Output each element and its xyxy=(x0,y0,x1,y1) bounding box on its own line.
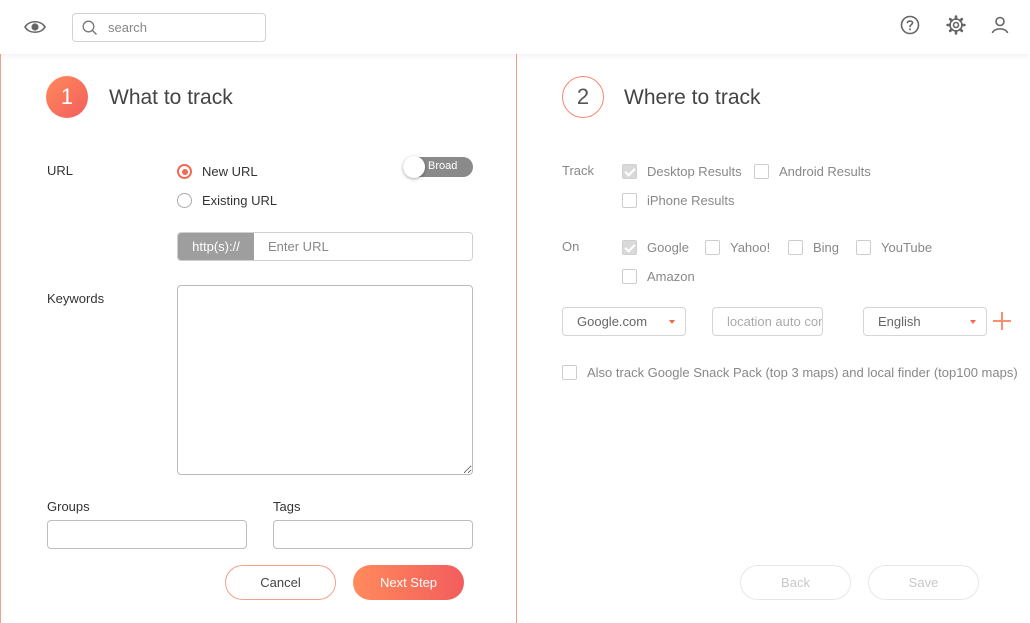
radio-new-url-label: New URL xyxy=(202,164,258,179)
back-button[interactable]: Back xyxy=(740,565,851,600)
checkbox-iphone-results[interactable]: iPhone Results xyxy=(622,193,734,208)
checkbox-amazon[interactable]: Amazon xyxy=(622,269,695,284)
search-box[interactable] xyxy=(72,13,266,42)
location-placeholder: location auto com xyxy=(727,314,823,329)
radio-existing-url-label: Existing URL xyxy=(202,193,278,208)
checkbox-label: Also track Google Snack Pack (top 3 maps… xyxy=(587,365,1018,380)
tags-input[interactable] xyxy=(273,520,473,549)
checkbox-android-results[interactable]: Android Results xyxy=(754,164,871,179)
broad-toggle[interactable]: Broad xyxy=(403,156,473,178)
checkbox-box[interactable] xyxy=(856,240,871,255)
checkbox-label: Yahoo! xyxy=(730,240,771,255)
radio-existing-url[interactable]: Existing URL xyxy=(177,193,277,208)
checkbox-label: Bing xyxy=(813,240,840,255)
checkbox-desktop-results[interactable]: Desktop Results xyxy=(622,164,742,179)
chevron-down-icon xyxy=(970,320,976,324)
checkbox-box[interactable] xyxy=(788,240,803,255)
toggle-knob xyxy=(403,156,425,178)
cancel-button[interactable]: Cancel xyxy=(225,565,336,600)
save-button[interactable]: Save xyxy=(868,565,979,600)
checkbox-snack-pack[interactable]: Also track Google Snack Pack (top 3 maps… xyxy=(562,365,1018,380)
checkbox-label: Google xyxy=(647,240,689,255)
groups-label: Groups xyxy=(47,499,90,514)
eye-icon[interactable] xyxy=(24,17,46,37)
track-label: Track xyxy=(562,163,595,178)
plus-icon[interactable] xyxy=(992,311,1012,331)
gear-icon[interactable] xyxy=(945,14,967,36)
radio-dot[interactable] xyxy=(177,193,192,208)
checkbox-label: Android Results xyxy=(779,164,871,179)
radio-new-url[interactable]: New URL xyxy=(177,164,258,179)
step2-badge: 2 xyxy=(562,76,604,118)
step1-panel: 1 What to track URL New URL Existing URL… xyxy=(0,54,517,623)
chevron-down-icon xyxy=(669,320,675,324)
search-input[interactable] xyxy=(108,20,248,35)
checkbox-box[interactable] xyxy=(754,164,769,179)
step2-title: Where to track xyxy=(624,86,761,109)
groups-input[interactable] xyxy=(47,520,247,549)
select-value: English xyxy=(878,314,921,329)
checkbox-google[interactable]: Google xyxy=(622,240,689,255)
checkbox-box[interactable] xyxy=(622,164,637,179)
step1-title: What to track xyxy=(109,86,233,109)
checkbox-box[interactable] xyxy=(622,240,637,255)
url-protocol-prefix[interactable]: http(s):// xyxy=(178,233,254,260)
checkbox-yahoo[interactable]: Yahoo! xyxy=(705,240,770,255)
checkbox-label: Amazon xyxy=(647,269,695,284)
url-input-group: http(s):// xyxy=(177,232,473,261)
toggle-label: Broad xyxy=(428,160,458,172)
tags-label: Tags xyxy=(273,499,301,514)
select-value: Google.com xyxy=(577,314,648,329)
checkbox-box[interactable] xyxy=(562,365,577,380)
step1-badge: 1 xyxy=(46,76,88,118)
checkbox-box[interactable] xyxy=(705,240,720,255)
top-bar xyxy=(0,0,1030,54)
checkbox-label: Desktop Results xyxy=(647,164,742,179)
checkbox-youtube[interactable]: YouTube xyxy=(856,240,932,255)
keywords-label: Keywords xyxy=(47,291,105,306)
url-input[interactable] xyxy=(254,233,472,260)
language-select[interactable]: English xyxy=(863,307,987,336)
url-label: URL xyxy=(47,163,74,178)
user-icon[interactable] xyxy=(989,14,1011,36)
search-icon xyxy=(82,20,97,35)
checkbox-box[interactable] xyxy=(622,193,637,208)
checkbox-label: iPhone Results xyxy=(647,193,735,208)
radio-dot[interactable] xyxy=(177,164,192,179)
step2-panel: 2 Where to track Track Desktop Results A… xyxy=(517,54,1030,623)
checkbox-bing[interactable]: Bing xyxy=(788,240,839,255)
next-step-button[interactable]: Next Step xyxy=(353,565,464,600)
on-label: On xyxy=(562,239,580,254)
checkbox-label: YouTube xyxy=(881,240,933,255)
location-input[interactable]: location auto com xyxy=(712,307,823,336)
help-icon[interactable] xyxy=(899,14,921,36)
checkbox-box[interactable] xyxy=(622,269,637,284)
keywords-textarea[interactable] xyxy=(177,285,473,475)
search-engine-domain-select[interactable]: Google.com xyxy=(562,307,686,336)
